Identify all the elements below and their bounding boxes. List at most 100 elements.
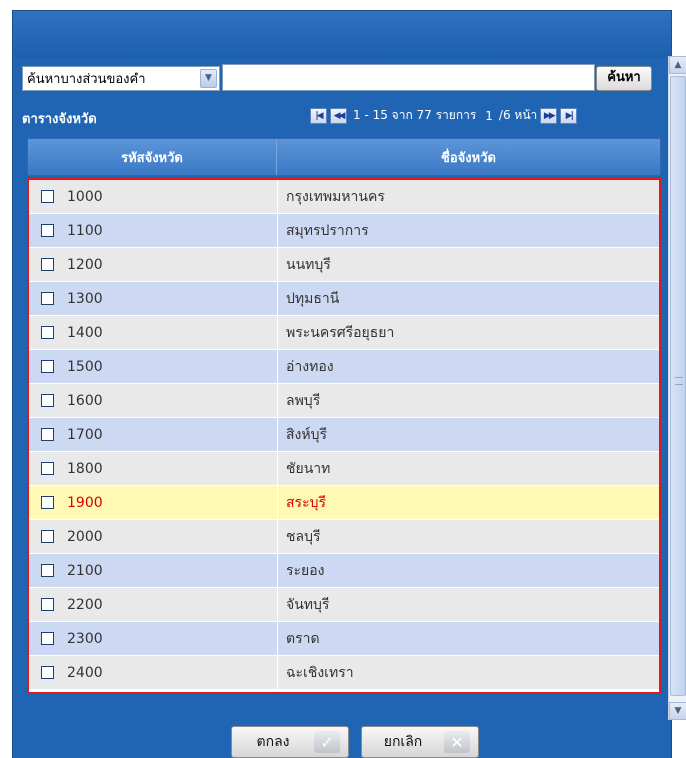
cell-code: 1500 [29, 350, 278, 383]
search-row: ค้นหาบางส่วนของคำ ▼ [22, 64, 220, 92]
row-checkbox[interactable] [41, 360, 54, 373]
cell-code: 1400 [29, 316, 278, 349]
row-checkbox[interactable] [41, 190, 54, 203]
province-name: สิงห์บุรี [286, 426, 328, 443]
check-icon: ✓ [314, 731, 340, 753]
next-page-icon[interactable]: ▶▶ [540, 107, 558, 124]
row-checkbox[interactable] [41, 496, 54, 509]
cell-code: 1600 [29, 384, 278, 417]
ok-button-label: ตกลง [256, 734, 290, 750]
column-header-name[interactable]: ชื่อจังหวัด [277, 139, 660, 175]
province-name: จันทบุรี [286, 596, 330, 613]
table-row[interactable]: 2200 จันทบุรี [29, 588, 659, 622]
vertical-scrollbar[interactable]: ▲ ▼ [668, 56, 686, 720]
province-code: 1800 [67, 460, 103, 477]
row-checkbox[interactable] [41, 326, 54, 339]
table-row[interactable]: 1500 อ่างทอง [29, 350, 659, 384]
chevron-down-icon[interactable]: ▼ [200, 68, 217, 88]
prev-page-icon[interactable]: ◀◀ [330, 107, 347, 124]
table-row[interactable]: 2400 ฉะเชิงเทรา [29, 656, 659, 690]
table-body: 1000 กรุงเทพมหานคร 1100 สมุทรปราการ 1200 นนทบ… [27, 178, 661, 694]
row-checkbox[interactable] [41, 530, 54, 543]
row-checkbox[interactable] [41, 258, 54, 271]
table-row[interactable]: 2300 ตราด [29, 622, 659, 656]
row-checkbox[interactable] [41, 564, 54, 577]
table-row[interactable]: 1600 ลพบุรี [29, 384, 659, 418]
table-row[interactable]: 1900 สระบุรี [29, 486, 659, 520]
province-name: กรุงเทพมหานคร [286, 188, 385, 205]
cell-code: 2100 [29, 554, 278, 587]
table-row[interactable]: 2100 ระยอง [29, 554, 659, 588]
table-title: ตารางจังหวัด [22, 112, 97, 127]
province-code: 1500 [67, 358, 103, 375]
cell-code: 1100 [29, 214, 278, 247]
province-name: ตราด [286, 630, 320, 647]
province-code: 1300 [67, 290, 103, 307]
province-code: 1400 [67, 324, 103, 341]
province-code: 2300 [67, 630, 103, 647]
row-checkbox[interactable] [41, 224, 54, 237]
row-checkbox[interactable] [41, 394, 54, 407]
cell-code: 1800 [29, 452, 278, 485]
scroll-down-icon[interactable]: ▼ [669, 702, 686, 720]
first-page-icon[interactable]: |◀ [310, 107, 327, 124]
table-row[interactable]: 1300 ปทุมธานี [29, 282, 659, 316]
cell-code: 1900 [29, 486, 278, 519]
province-name: ชลบุรี [286, 528, 321, 545]
table-header: รหัสจังหวัด ชื่อจังหวัด [27, 138, 661, 176]
province-code: 2200 [67, 596, 103, 613]
pager: |◀ ◀◀ 1 - 15 จาก 77 รายการ 1 /6 หน้า ▶▶ … [310, 106, 578, 125]
scrollbar-thumb[interactable] [670, 76, 686, 696]
row-checkbox[interactable] [41, 292, 54, 305]
table-row[interactable]: 1400 พระนครศรีอยุธยา [29, 316, 659, 350]
cell-code: 2000 [29, 520, 278, 553]
province-code: 1100 [67, 222, 103, 239]
close-icon: ✕ [444, 731, 470, 753]
table-row[interactable]: 1800 ชัยนาท [29, 452, 659, 486]
table-row[interactable]: 1000 กรุงเทพมหานคร [29, 180, 659, 214]
pager-current-page[interactable]: 1 [485, 109, 493, 123]
row-checkbox[interactable] [41, 462, 54, 475]
province-code: 1700 [67, 426, 103, 443]
cell-code: 1300 [29, 282, 278, 315]
province-code: 1200 [67, 256, 103, 273]
table-row[interactable]: 1200 นนทบุรี [29, 248, 659, 282]
province-name: ชัยนาท [286, 460, 331, 477]
province-code: 2400 [67, 664, 103, 681]
row-checkbox[interactable] [41, 632, 54, 645]
pager-range: 1 - 15 จาก 77 รายการ [353, 108, 477, 122]
pager-total: /6 หน้า [498, 108, 538, 122]
search-mode-select[interactable]: ค้นหาบางส่วนของคำ ▼ [22, 65, 220, 91]
table-row[interactable]: 2000 ชลบุรี [29, 520, 659, 554]
ok-button[interactable]: ตกลง ✓ [231, 726, 349, 758]
province-name: ระยอง [286, 562, 325, 579]
cell-code: 1700 [29, 418, 278, 451]
search-mode-value: ค้นหาบางส่วนของคำ [27, 71, 146, 87]
row-checkbox[interactable] [41, 598, 54, 611]
province-name: สระบุรี [286, 494, 326, 511]
province-name: ลพบุรี [286, 392, 321, 409]
scroll-up-icon[interactable]: ▲ [669, 56, 686, 74]
table-row[interactable]: 1100 สมุทรปราการ [29, 214, 659, 248]
dialog-header [12, 10, 672, 60]
province-code: 1600 [67, 392, 103, 409]
cancel-button[interactable]: ยกเลิก ✕ [361, 726, 479, 758]
province-name: พระนครศรีอยุธยา [286, 324, 395, 341]
cell-code: 2400 [29, 656, 278, 689]
last-page-icon[interactable]: ▶| [560, 107, 578, 124]
province-name: ฉะเชิงเทรา [286, 664, 354, 681]
search-button[interactable]: ค้นหา [596, 66, 652, 91]
row-checkbox[interactable] [41, 428, 54, 441]
grip-icon [675, 377, 683, 385]
table-row[interactable]: 1700 สิงห์บุรี [29, 418, 659, 452]
cell-code: 1200 [29, 248, 278, 281]
province-code: 2100 [67, 562, 103, 579]
province-name: อ่างทอง [286, 358, 334, 375]
row-checkbox[interactable] [41, 666, 54, 679]
cell-code: 2300 [29, 622, 278, 655]
cancel-button-label: ยกเลิก [383, 734, 423, 750]
province-code: 2000 [67, 528, 103, 545]
search-input[interactable] [222, 64, 595, 91]
cell-code: 2200 [29, 588, 278, 621]
column-header-code[interactable]: รหัสจังหวัด [28, 139, 277, 175]
